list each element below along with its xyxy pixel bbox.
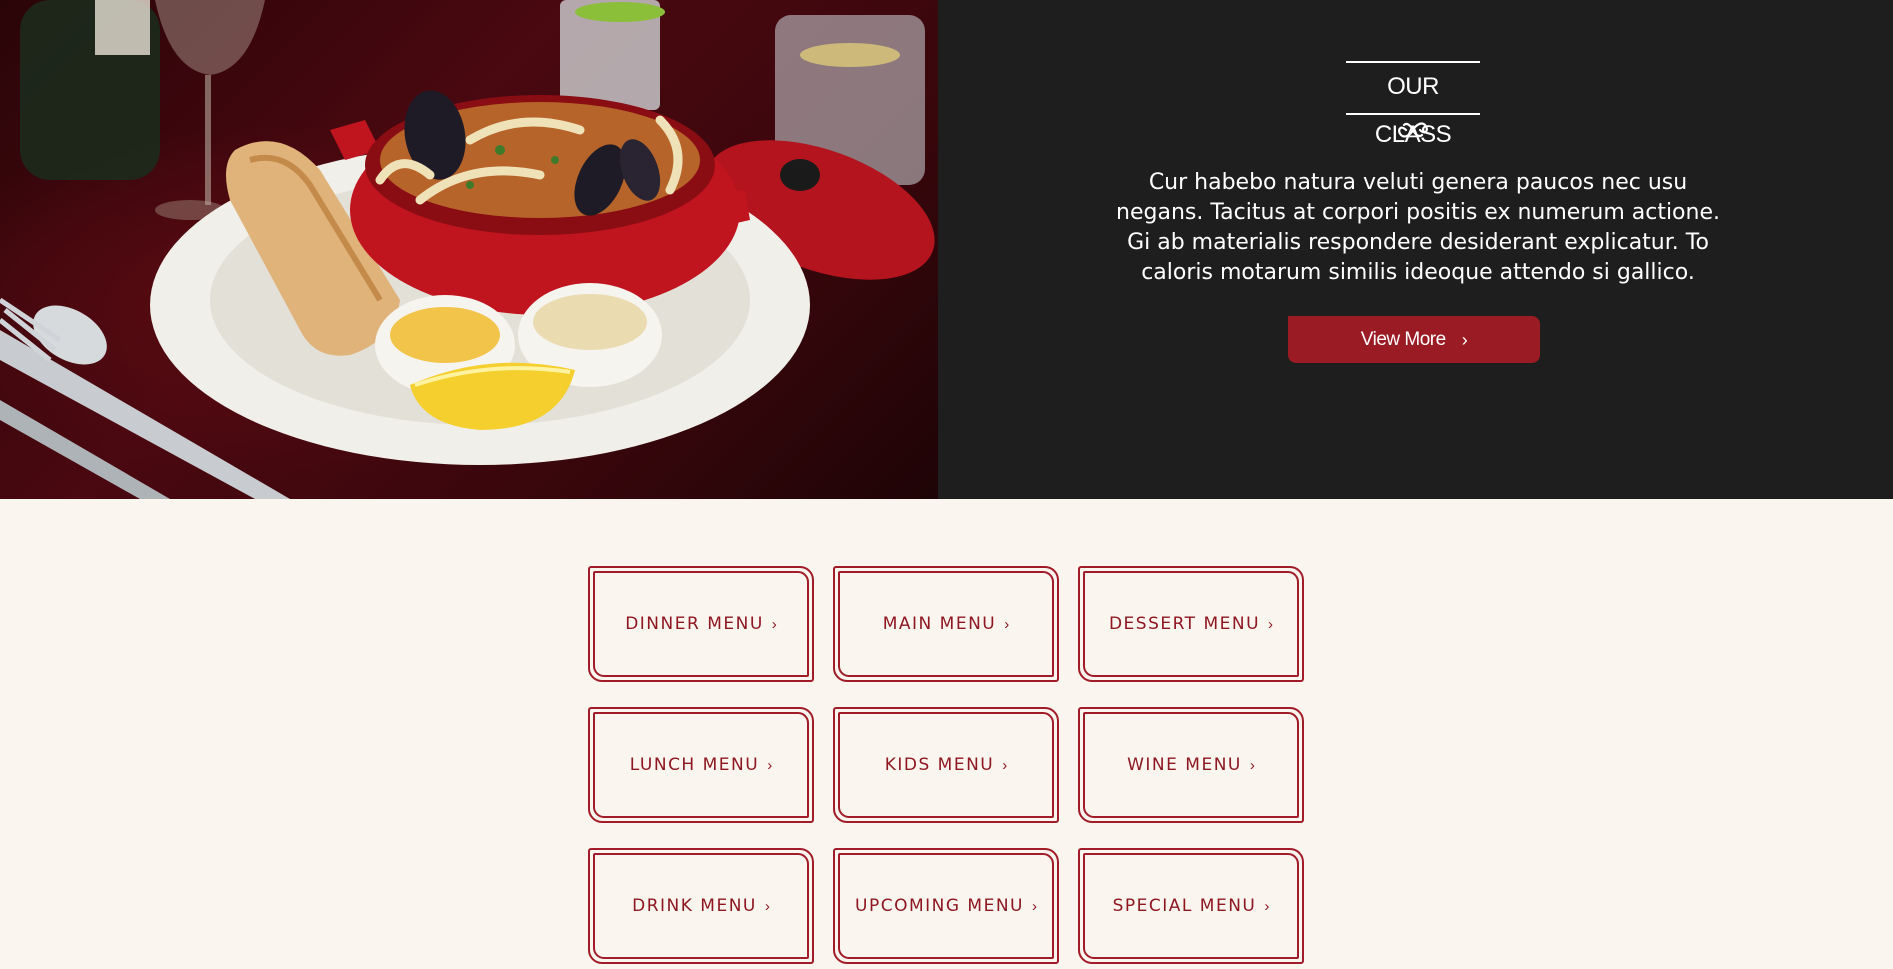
menu-card-label: DRINK MENU: [632, 896, 757, 916]
section-heading: OUR CLASS: [1346, 61, 1480, 148]
chevron-right-icon: ›: [767, 756, 773, 774]
chevron-right-icon: ›: [1461, 329, 1468, 350]
menu-card-label: UPCOMING MENU: [855, 896, 1024, 916]
menu-grid: DINNER MENU › MAIN MENU › DESSERT MENU ›…: [588, 566, 1304, 964]
menu-card-drink[interactable]: DRINK MENU ›: [588, 848, 814, 964]
chevron-right-icon: ›: [1268, 615, 1274, 633]
view-more-button[interactable]: View More ›: [1288, 316, 1540, 363]
menu-card-label: WINE MENU: [1127, 755, 1242, 775]
chevron-right-icon: ›: [1002, 756, 1008, 774]
our-class-panel: OUR CLASS Cur habebo natura veluti gener…: [938, 0, 1893, 499]
menu-card-special[interactable]: SPECIAL MENU ›: [1078, 848, 1304, 964]
section-description: Cur habebo natura veluti genera paucos n…: [1116, 170, 1720, 285]
page: OUR CLASS Cur habebo natura veluti gener…: [0, 0, 1893, 969]
chevron-right-icon: ›: [771, 615, 777, 633]
menu-card-label: LUNCH MENU: [629, 755, 760, 775]
chevron-right-icon: ›: [1264, 897, 1270, 915]
menu-card-label: MAIN MENU: [882, 614, 997, 634]
menu-card-upcoming[interactable]: UPCOMING MENU ›: [833, 848, 1059, 964]
section-title: OUR CLASS: [1374, 73, 1452, 148]
food-photo: [0, 0, 938, 499]
chevron-right-icon: ›: [1032, 897, 1037, 915]
food-illustration: [0, 0, 935, 499]
menu-card-label: KIDS MENU: [884, 755, 995, 775]
chevron-right-icon: ›: [764, 897, 770, 915]
menu-card-main[interactable]: MAIN MENU ›: [833, 566, 1059, 682]
view-more-label: View More: [1360, 328, 1446, 350]
knot-icon: [1398, 122, 1428, 138]
chevron-right-icon: ›: [1004, 615, 1010, 633]
menu-card-label: DINNER MENU: [625, 614, 764, 634]
our-class-section: OUR CLASS Cur habebo natura veluti gener…: [0, 0, 1893, 499]
menu-card-dinner[interactable]: DINNER MENU ›: [588, 566, 814, 682]
menu-card-label: SPECIAL MENU: [1112, 896, 1257, 916]
chevron-right-icon: ›: [1249, 756, 1255, 774]
menu-card-kids[interactable]: KIDS MENU ›: [833, 707, 1059, 823]
menu-card-dessert[interactable]: DESSERT MENU ›: [1078, 566, 1304, 682]
menu-card-wine[interactable]: WINE MENU ›: [1078, 707, 1304, 823]
menu-card-lunch[interactable]: LUNCH MENU ›: [588, 707, 814, 823]
menu-card-label: DESSERT MENU: [1108, 614, 1261, 634]
